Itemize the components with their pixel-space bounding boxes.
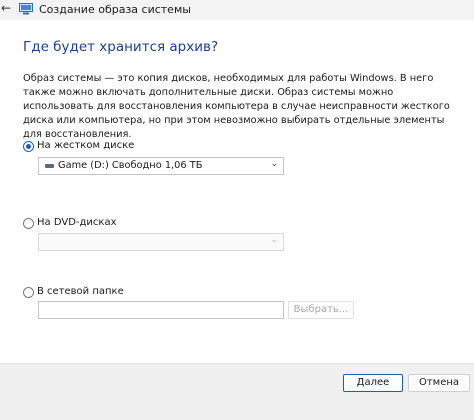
window-title: Создание образа системы [39,3,191,16]
footer-bar: Далее Отмена [0,363,474,420]
hard-drive-icon [45,164,54,168]
next-button[interactable]: Далее [343,374,403,392]
radio-dvd[interactable] [23,218,34,229]
title-bar: ← Создание образа системы [0,0,474,20]
description-text: Образ системы — это копия дисков, необхо… [23,73,450,140]
page-heading: Где будет хранится архив? [23,39,219,55]
chevron-down-icon: ⌄ [270,159,278,169]
system-image-icon [19,3,33,15]
option-label-hard-disk[interactable]: На жестком диске [37,140,134,151]
dvd-dropdown: ⌄ [38,233,284,251]
hard-disk-dropdown[interactable]: Game (D:) Свободно 1,06 ТБ ⌄ [38,157,284,175]
browse-button: Выбрать... [288,301,354,319]
back-arrow-icon[interactable]: ← [1,1,11,15]
dropdown-selected-value: Game (D:) Свободно 1,06 ТБ [58,160,203,171]
radio-network-folder[interactable] [23,287,34,298]
option-label-dvd[interactable]: На DVD-дисках [37,217,117,228]
radio-hard-disk[interactable] [23,141,34,152]
network-path-input[interactable] [38,301,284,319]
cancel-button[interactable]: Отмена [408,374,470,392]
chevron-down-icon: ⌄ [270,235,278,245]
option-label-network-folder[interactable]: В сетевой папке [37,286,124,297]
